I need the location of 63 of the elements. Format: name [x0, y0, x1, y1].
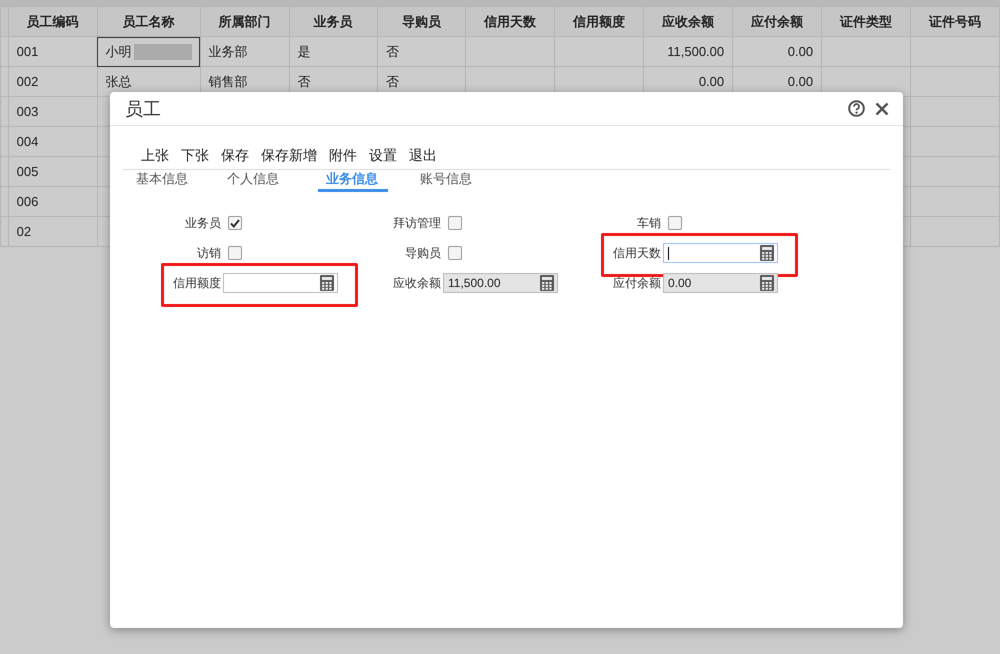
- column-header[interactable]: 应付余额: [732, 6, 822, 36]
- column-header[interactable]: 信用天数: [466, 6, 555, 36]
- toolbar-button[interactable]: 下张: [181, 147, 209, 165]
- column-header[interactable]: 所属部门: [200, 6, 290, 36]
- table-cell-text: 001: [16, 44, 38, 59]
- column-header[interactable]: 信用额度: [554, 6, 644, 36]
- table-cell-text: 0.00: [788, 44, 814, 59]
- table-cell-text: 张总: [106, 74, 132, 88]
- checkbox-label: 业务员: [184, 214, 221, 232]
- checkbox[interactable]: [668, 216, 682, 230]
- calculator-icon[interactable]: [760, 245, 774, 261]
- table-cell-text: 003: [16, 104, 38, 119]
- table-cell-text: 0.00: [698, 74, 724, 89]
- tab[interactable]: 个人信息: [227, 170, 286, 192]
- checkbox[interactable]: [448, 216, 462, 230]
- column-header[interactable]: 应收余额: [643, 6, 733, 36]
- table-cell-text: 11,500.00: [667, 44, 724, 59]
- table-cell-text: 是: [298, 44, 311, 58]
- checkbox-label: 拜访管理: [392, 214, 441, 232]
- column-header[interactable]: 员工编码: [8, 6, 98, 36]
- table-cell-text: 否: [386, 44, 399, 58]
- field-label: 应收余额: [393, 274, 441, 292]
- column-header[interactable]: 证件号码: [910, 6, 1000, 36]
- dialog-title: 员工: [125, 98, 162, 120]
- field-label: 应付余额: [613, 274, 661, 292]
- toolbar-button[interactable]: 退出: [409, 147, 437, 165]
- field-label: 信用额度: [173, 274, 221, 292]
- table-cell-text: 02: [16, 224, 32, 239]
- checkbox-label: 访销: [196, 244, 221, 262]
- column-header[interactable]: 证件类型: [822, 6, 910, 36]
- input-field[interactable]: [663, 243, 778, 263]
- column-header[interactable]: 导购员: [377, 6, 466, 36]
- table-cell-text: 0.00: [788, 74, 814, 89]
- table-cell-text: 004: [16, 134, 38, 149]
- toolbar-button[interactable]: 保存: [221, 147, 249, 165]
- text-cursor: [668, 246, 669, 260]
- tab[interactable]: 基本信息: [136, 170, 195, 192]
- field-label: 信用天数: [613, 244, 661, 262]
- calculator-icon[interactable]: [320, 275, 334, 291]
- column-header[interactable]: 业务员: [289, 6, 378, 36]
- tab[interactable]: 账号信息: [420, 170, 479, 192]
- table-cell-text: 006: [16, 194, 38, 209]
- toolbar-button[interactable]: 保存新增: [261, 147, 317, 165]
- toolbar-button[interactable]: 附件: [329, 147, 357, 165]
- input-field[interactable]: [223, 273, 338, 293]
- close-icon[interactable]: [875, 102, 889, 116]
- checkbox[interactable]: [448, 246, 462, 260]
- checkbox-label: 导购员: [404, 244, 441, 262]
- toolbar-button[interactable]: 上张: [141, 147, 169, 165]
- table-cell-text: 销售部: [208, 74, 248, 88]
- table-cell-text: 否: [298, 74, 311, 88]
- help-icon[interactable]: [848, 100, 865, 117]
- checkbox[interactable]: [228, 216, 242, 230]
- table-cell-text: 否: [386, 74, 399, 88]
- toolbar-button[interactable]: 设置: [369, 147, 397, 165]
- checkbox[interactable]: [228, 246, 242, 260]
- table-cell-text: 002: [16, 74, 38, 89]
- table-cell-text: 005: [16, 164, 38, 179]
- column-header[interactable]: 员工名称: [97, 6, 200, 36]
- table-cell-text: 业务部: [208, 44, 248, 58]
- checkbox-label: 车销: [636, 214, 661, 232]
- selected-cell[interactable]: 小明: [97, 36, 200, 66]
- table-cell-text: 小明: [106, 44, 132, 58]
